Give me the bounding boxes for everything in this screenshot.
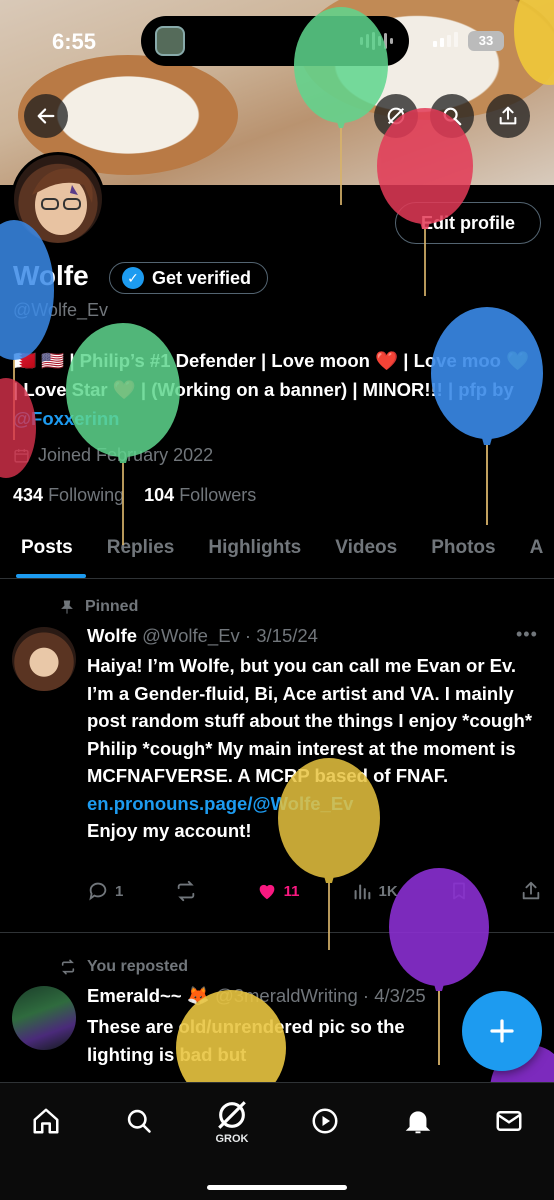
nav-notifications[interactable] — [396, 1099, 440, 1143]
post-text: These are old/unrendered pic so the ligh… — [87, 1016, 405, 1065]
status-time: 6:55 — [52, 29, 97, 54]
battery-indicator: 33 — [468, 31, 504, 51]
bookmark-icon — [452, 882, 465, 900]
island-app-icon — [155, 26, 185, 56]
post-author-name[interactable]: Emerald~~ 🦊 — [87, 985, 210, 1006]
nav-home[interactable] — [24, 1099, 68, 1143]
views-button[interactable]: 1K — [351, 880, 398, 902]
repost-button[interactable] — [174, 880, 204, 902]
following-count: 434 — [13, 485, 44, 505]
reply-button[interactable]: 1 — [87, 880, 123, 902]
verified-badge-icon: ✓ — [122, 267, 144, 289]
bell-icon — [405, 1111, 431, 1134]
heart-icon — [259, 884, 274, 900]
post-divider — [0, 932, 554, 933]
repost-context-label: You reposted — [87, 958, 189, 975]
post-header: Emerald~~ 🦊 @3meraldWriting · 4/3/25 — [87, 985, 426, 1007]
follow-counts: 434 Following 104 Followers — [13, 485, 256, 506]
profile-avatar[interactable] — [11, 152, 105, 246]
tab-photos[interactable]: Photos — [410, 527, 508, 578]
bio-text: | Philip’s #1 Defender | Love moon ❤️ | … — [13, 350, 530, 400]
profile-handle: @Wolfe_Ev — [13, 300, 108, 320]
tab-highlights[interactable]: Highlights — [187, 527, 314, 578]
profile-tabs: Posts Replies Highlights Videos Photos A — [0, 527, 554, 579]
post-text-main: Haiya! I’m Wolfe, but you can call me Ev… — [87, 655, 533, 786]
repost-context: You reposted — [59, 958, 188, 976]
reply-icon — [89, 882, 107, 901]
share-button[interactable] — [486, 94, 530, 138]
like-button[interactable]: 11 — [256, 880, 300, 902]
share-icon — [499, 106, 517, 125]
nav-video[interactable] — [303, 1099, 347, 1143]
play-circle-icon — [312, 1108, 338, 1134]
following-link[interactable]: 434 Following — [13, 485, 124, 505]
bookmark-button[interactable] — [449, 880, 469, 902]
joined-text: Joined February 2022 — [38, 445, 214, 465]
post-author-name[interactable]: Wolfe — [87, 625, 137, 646]
followers-label: Followers — [179, 485, 257, 505]
post-meta: @3meraldWriting · 4/3/25 — [214, 985, 426, 1006]
avatar-art — [32, 168, 93, 235]
bio-mention-link[interactable]: @Foxxerinn — [13, 408, 119, 429]
post-text-end: Enjoy my account! — [87, 820, 252, 841]
tab-replies[interactable]: Replies — [86, 527, 188, 578]
tab-videos[interactable]: Videos — [314, 527, 410, 578]
following-label: Following — [48, 485, 125, 505]
bottom-nav: GROK — [0, 1082, 554, 1200]
views-icon — [354, 884, 370, 900]
nav-messages[interactable] — [487, 1099, 531, 1143]
home-icon — [33, 1108, 59, 1134]
get-verified-button[interactable]: ✓ Get verified — [109, 262, 269, 294]
post-header: Wolfe @Wolfe_Ev · 3/15/24 — [87, 625, 318, 647]
grok-button[interactable] — [374, 94, 418, 138]
tab-articles[interactable]: A — [509, 527, 554, 578]
signal-icon — [433, 32, 458, 47]
post-avatar[interactable] — [12, 627, 76, 691]
post-link[interactable]: en.pronouns.page/@Wolfe_Ev — [87, 790, 547, 818]
mail-icon — [496, 1111, 522, 1131]
search-button[interactable] — [430, 94, 474, 138]
plus-icon — [490, 1019, 514, 1043]
post-avatar[interactable] — [12, 986, 76, 1050]
pinned-label: Pinned — [85, 598, 139, 615]
compose-button[interactable] — [462, 991, 542, 1071]
like-count: 11 — [283, 882, 300, 900]
repost-icon — [178, 880, 195, 902]
post-text: Haiya! I’m Wolfe, but you can call me Ev… — [87, 652, 547, 845]
followers-link[interactable]: 104 Followers — [144, 485, 256, 505]
followers-count: 104 — [144, 485, 175, 505]
repost-context-icon — [61, 959, 75, 975]
dynamic-island — [141, 16, 409, 66]
get-verified-label: Get verified — [152, 267, 252, 288]
share-post-button[interactable] — [520, 880, 542, 902]
edit-profile-button[interactable]: Edit profile — [395, 202, 541, 244]
audio-wave-icon — [360, 32, 393, 50]
home-indicator[interactable] — [207, 1185, 347, 1190]
search-icon — [443, 107, 462, 126]
pinned-context: Pinned — [59, 598, 138, 616]
profile-bio: 🇧🇭 🇺🇸 | Philip’s #1 Defender | Love moon… — [13, 346, 533, 433]
joined-date: Joined February 2022 — [13, 445, 213, 466]
nav-grok[interactable]: GROK — [210, 1093, 254, 1149]
grok-icon — [387, 107, 405, 125]
views-count: 1K — [378, 882, 398, 900]
bio-flags: 🇧🇭 🇺🇸 — [13, 350, 65, 371]
tab-posts[interactable]: Posts — [0, 527, 86, 578]
search-icon — [127, 1109, 151, 1133]
nav-search[interactable] — [117, 1099, 161, 1143]
pin-icon — [61, 600, 73, 614]
grok-icon — [218, 1100, 246, 1129]
grok-label: GROK — [215, 1132, 249, 1145]
post-actions: 1 11 1K — [87, 876, 542, 906]
profile-name: Wolfe — [13, 260, 89, 291]
reply-count: 1 — [115, 882, 124, 900]
more-options-button[interactable]: ••• — [516, 624, 538, 645]
calendar-icon — [14, 449, 29, 463]
share-post-icon — [522, 881, 540, 900]
post-meta: @Wolfe_Ev · 3/15/24 — [142, 625, 318, 646]
back-button[interactable] — [24, 94, 68, 138]
arrow-left-icon — [37, 108, 55, 124]
